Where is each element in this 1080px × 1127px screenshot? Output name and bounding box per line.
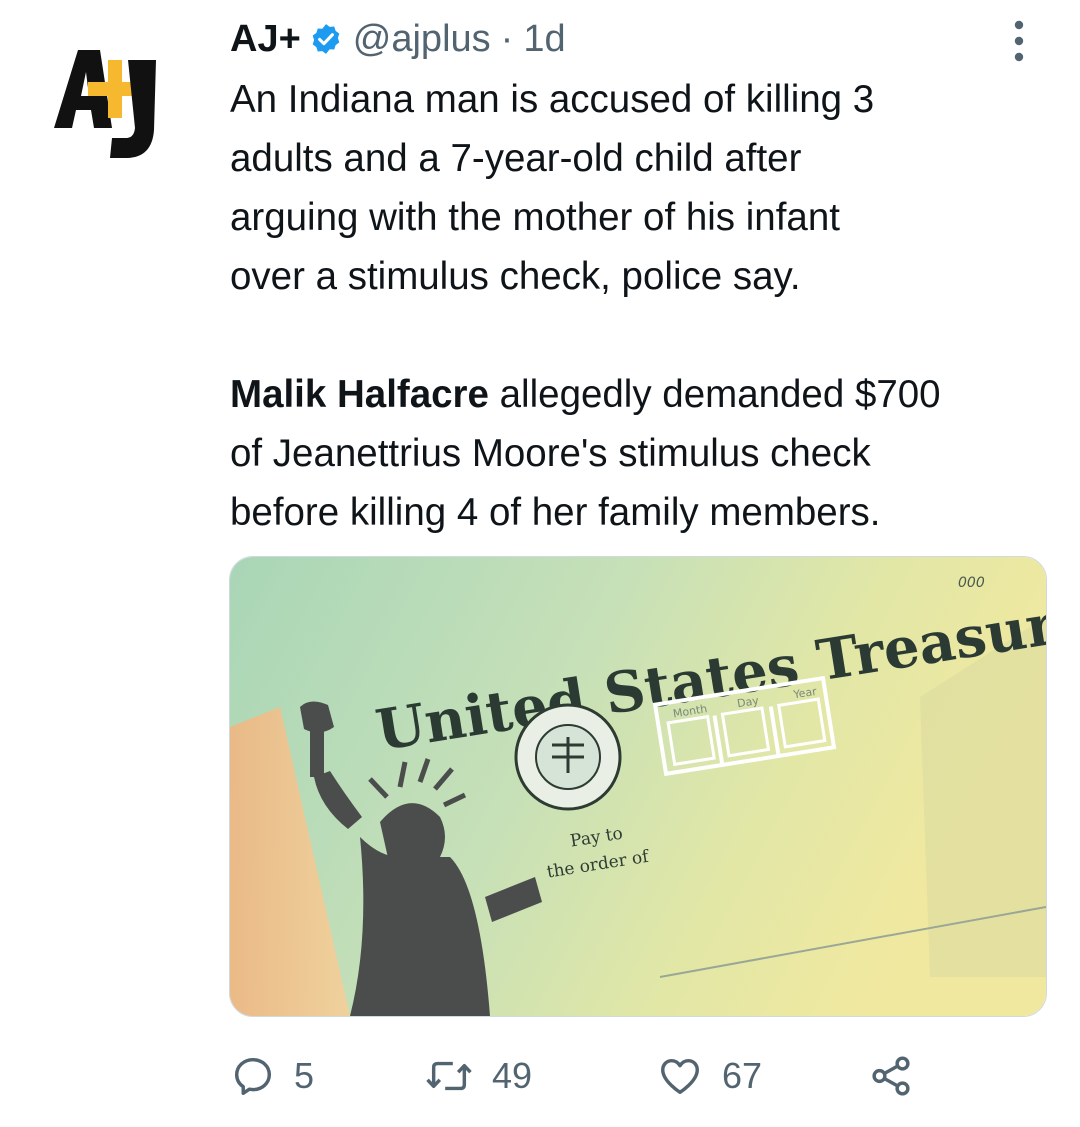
text-line: of Jeanettrius Moore's stimulus check bbox=[230, 432, 871, 475]
reply-button[interactable]: 5 bbox=[230, 1046, 314, 1106]
heart-icon bbox=[661, 1058, 699, 1095]
text-line: An Indiana man is accused of killing 3 bbox=[230, 78, 875, 121]
tweet-actions: 5 49 67 bbox=[230, 1046, 930, 1106]
reply-icon bbox=[234, 1057, 272, 1095]
like-button[interactable]: 67 bbox=[656, 1046, 762, 1106]
avatar[interactable] bbox=[48, 40, 188, 170]
tweet[interactable]: AJ+ @ajplus · 1d An Indiana man is accus… bbox=[0, 0, 1080, 1127]
like-count: 67 bbox=[722, 1055, 763, 1096]
ajplus-logo-icon bbox=[54, 50, 156, 158]
treasury-seal bbox=[514, 703, 622, 811]
tweet-header: AJ+ @ajplus · 1d bbox=[230, 14, 566, 64]
tweet-text: An Indiana man is accused of killing 3 a… bbox=[230, 70, 1060, 542]
retweet-icon bbox=[426, 1061, 472, 1091]
text-line: arguing with the mother of his infant bbox=[230, 196, 840, 239]
text-line: Malik Halfacre allegedly demanded $700 bbox=[230, 365, 1060, 424]
mentioned-name: Malik Halfacre bbox=[230, 373, 489, 416]
text-line: before killing 4 of her family members. bbox=[230, 491, 881, 534]
more-options-button[interactable] bbox=[1004, 16, 1034, 66]
share-icon bbox=[872, 1056, 910, 1096]
text-line: over a stimulus check, police say. bbox=[230, 255, 801, 298]
more-vertical-icon bbox=[1014, 20, 1024, 62]
retweet-count: 49 bbox=[492, 1055, 533, 1096]
author-handle[interactable]: @ajplus bbox=[353, 18, 491, 61]
text-line: adults and a 7-year-old child after bbox=[230, 137, 802, 180]
timestamp[interactable]: 1d bbox=[523, 18, 565, 61]
tweet-image[interactable]: United States Treasury 000 Month Day Yea… bbox=[229, 556, 1047, 1017]
author-name[interactable]: AJ+ bbox=[230, 18, 301, 61]
text-fragment: allegedly demanded $700 bbox=[488, 373, 941, 416]
verified-badge-icon bbox=[312, 24, 340, 54]
retweet-button[interactable]: 49 bbox=[424, 1046, 532, 1106]
check-corner-number: 000 bbox=[958, 575, 985, 591]
reply-count: 5 bbox=[294, 1055, 315, 1096]
share-button[interactable] bbox=[866, 1046, 934, 1106]
treasury-check-image: United States Treasury 000 Month Day Yea… bbox=[230, 557, 1046, 1016]
separator-dot: · bbox=[500, 17, 514, 60]
